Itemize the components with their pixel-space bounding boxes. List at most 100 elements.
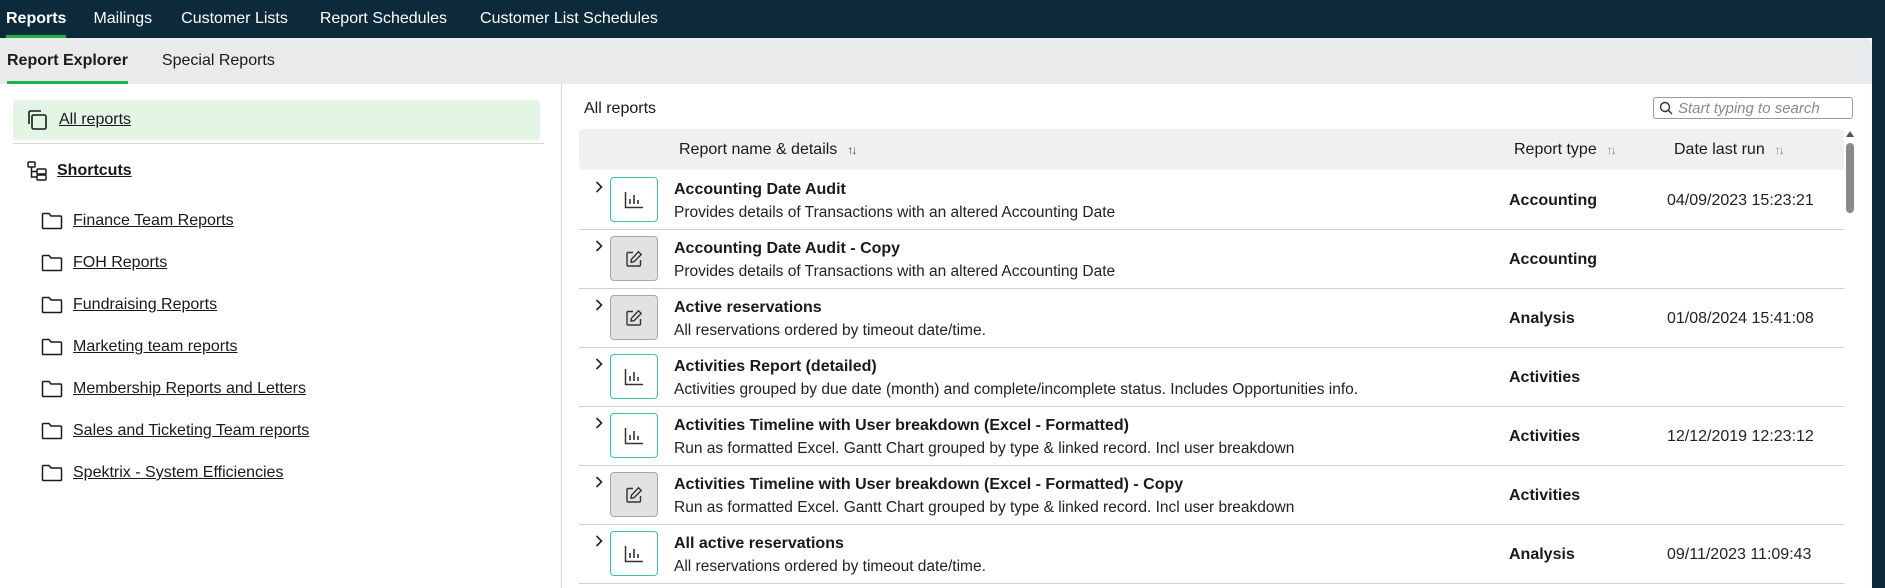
search-input[interactable] (1678, 99, 1848, 117)
folder-item[interactable]: Finance Team Reports (41, 200, 309, 242)
chart-icon (610, 413, 658, 458)
sort-icon[interactable]: ↑↓ (1607, 143, 1617, 157)
reports-panel: All reports Report name & details ↑↓ Rep… (563, 84, 1872, 588)
column-label: Report name & details (679, 140, 838, 158)
report-description: Activities grouped by due date (month) a… (674, 381, 1359, 398)
table-row[interactable]: Active reservations All reservations ord… (579, 289, 1844, 348)
column-header-date[interactable]: Date last run ↑↓ (1674, 129, 1785, 170)
folder-item[interactable]: Spektrix - System Efficiencies (41, 452, 309, 494)
sidebar: All reports Shortcuts Finance Team Repor… (0, 84, 562, 588)
tab-label: Special Reports (161, 52, 275, 69)
sidebar-item-label: Shortcuts (57, 162, 132, 179)
table-row[interactable]: Activities Timeline with User breakdown … (579, 466, 1844, 525)
folder-label: Spektrix - System Efficiencies (73, 464, 284, 481)
table-row[interactable]: All active reservations All reservations… (579, 525, 1844, 584)
column-header-name[interactable]: Report name & details ↑↓ (679, 129, 857, 170)
table-row[interactable]: Accounting Date Audit - Copy Provides de… (579, 230, 1844, 289)
sort-icon[interactable]: ↑↓ (1775, 143, 1785, 157)
report-name[interactable]: Activities Timeline with User breakdown … (674, 417, 1129, 435)
chart-icon (610, 177, 658, 222)
report-type: Activities (1509, 369, 1581, 386)
folder-icon (41, 338, 63, 356)
search-box[interactable] (1653, 97, 1853, 119)
edit-icon (610, 236, 658, 281)
sidebar-item-shortcuts[interactable]: Shortcuts (26, 160, 132, 182)
tab-mailings[interactable]: Mailings (93, 0, 152, 38)
tab-customer-lists[interactable]: Customer Lists (181, 0, 288, 38)
report-date: 04/09/2023 15:23:21 (1667, 192, 1814, 209)
tab-report-schedules[interactable]: Report Schedules (320, 0, 447, 38)
folder-list: Finance Team Reports FOH Reports Fundrai… (41, 200, 309, 494)
report-name[interactable]: All active reservations (674, 535, 844, 553)
folder-label: Membership Reports and Letters (73, 380, 306, 397)
column-header-type[interactable]: Report type ↑↓ (1514, 129, 1617, 170)
table-header: Report name & details ↑↓ Report type ↑↓ … (579, 129, 1844, 170)
chart-icon (610, 531, 658, 576)
scrollbar[interactable] (1844, 131, 1856, 588)
folder-label: Sales and Ticketing Team reports (73, 422, 310, 439)
scroll-up-icon[interactable] (1846, 131, 1854, 137)
report-type: Activities (1509, 428, 1581, 445)
tab-customer-list-schedules[interactable]: Customer List Schedules (480, 0, 658, 38)
copy-icon (28, 110, 47, 130)
folder-label: Marketing team reports (73, 338, 238, 355)
report-name[interactable]: Activities Timeline with User breakdown … (674, 476, 1183, 494)
folder-item[interactable]: Sales and Ticketing Team reports (41, 410, 309, 452)
report-description: Provides details of Transactions with an… (674, 204, 1116, 221)
report-type: Accounting (1509, 251, 1597, 268)
chevron-right-icon[interactable] (592, 298, 606, 312)
top-nav: Reports Mailings Customer Lists Report S… (0, 0, 1885, 38)
report-name[interactable]: Active reservations (674, 299, 822, 317)
report-date: 01/08/2024 15:41:08 (1667, 310, 1814, 327)
report-description: Provides details of Transactions with an… (674, 263, 1116, 280)
report-type: Analysis (1509, 546, 1575, 563)
report-table-body: Accounting Date Audit Provides details o… (579, 171, 1844, 584)
folder-item[interactable]: FOH Reports (41, 242, 309, 284)
folder-icon (41, 254, 63, 272)
chevron-right-icon[interactable] (592, 357, 606, 371)
folder-item[interactable]: Marketing team reports (41, 326, 309, 368)
tab-label: Mailings (93, 10, 153, 27)
report-date: 12/12/2019 12:23:12 (1667, 428, 1814, 445)
report-description: Run as formatted Excel. Gantt Chart grou… (674, 499, 1295, 516)
folder-item[interactable]: Membership Reports and Letters (41, 368, 309, 410)
panel-title: All reports (584, 100, 657, 117)
report-type: Analysis (1509, 310, 1575, 327)
report-type: Activities (1509, 487, 1581, 504)
tab-special-reports[interactable]: Special Reports (162, 38, 275, 84)
table-row[interactable]: Activities Timeline with User breakdown … (579, 407, 1844, 466)
edit-icon (610, 295, 658, 340)
chevron-right-icon[interactable] (592, 475, 606, 489)
folder-icon (41, 464, 63, 482)
tab-reports[interactable]: Reports (6, 0, 67, 38)
divider (13, 143, 544, 144)
window-edge (1872, 38, 1885, 588)
tab-label: Report Schedules (319, 10, 448, 27)
report-description: All reservations ordered by timeout date… (674, 322, 986, 339)
report-type: Accounting (1509, 192, 1597, 209)
report-name[interactable]: Accounting Date Audit - Copy (674, 240, 900, 258)
chevron-right-icon[interactable] (592, 534, 606, 548)
column-label: Report type (1514, 140, 1597, 158)
tab-report-explorer[interactable]: Report Explorer (7, 38, 128, 84)
scrollbar-thumb[interactable] (1846, 143, 1854, 213)
chevron-right-icon[interactable] (592, 239, 606, 253)
table-row[interactable]: Accounting Date Audit Provides details o… (579, 171, 1844, 230)
report-name[interactable]: Accounting Date Audit (674, 181, 846, 199)
report-description: Run as formatted Excel. Gantt Chart grou… (674, 440, 1295, 457)
sidebar-item-label: All reports (59, 111, 132, 128)
edit-icon (610, 472, 658, 517)
folder-icon (41, 380, 63, 398)
tab-label: Customer List Schedules (480, 10, 658, 27)
report-name[interactable]: Activities Report (detailed) (674, 358, 877, 376)
chevron-right-icon[interactable] (592, 416, 606, 430)
chevron-right-icon[interactable] (592, 180, 606, 194)
folder-item[interactable]: Fundraising Reports (41, 284, 309, 326)
sidebar-item-all-reports[interactable]: All reports (13, 100, 540, 140)
folder-label: Finance Team Reports (73, 212, 234, 229)
chart-icon (610, 354, 658, 399)
folder-label: Fundraising Reports (73, 296, 218, 313)
folder-icon (41, 296, 63, 314)
table-row[interactable]: Activities Report (detailed) Activities … (579, 348, 1844, 407)
sort-icon[interactable]: ↑↓ (847, 143, 857, 157)
